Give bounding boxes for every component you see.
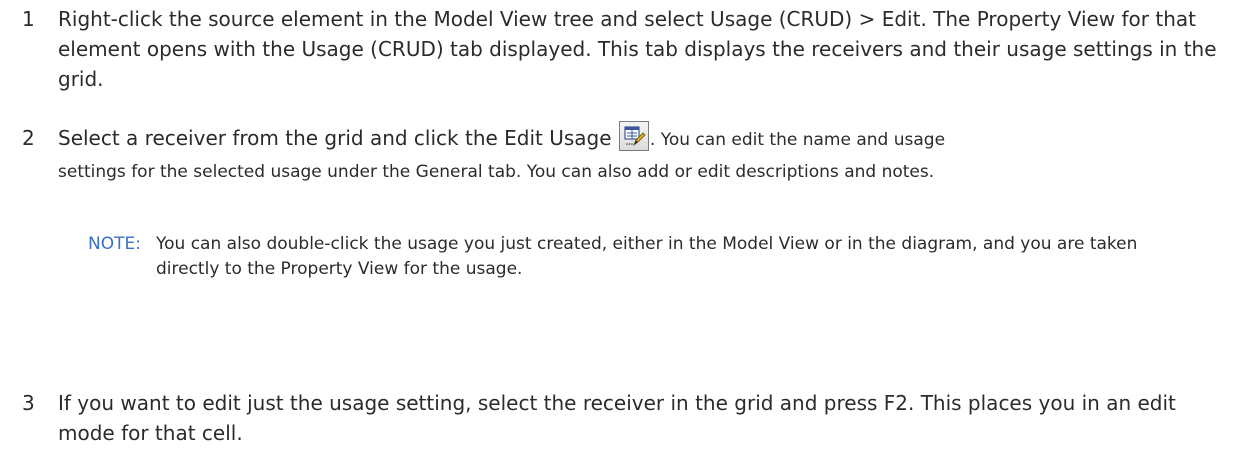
note-label: NOTE: (88, 234, 141, 254)
step-number: 2 (22, 126, 35, 150)
step-text-lead: Select a receiver from the grid and clic… (58, 126, 612, 150)
edit-usage-icon (618, 121, 649, 151)
step-2-first-line: Select a receiver from the grid and clic… (58, 118, 945, 160)
step-text: If you want to edit just the usage setti… (58, 391, 1176, 445)
step-text: Right-click the source element in the Mo… (58, 7, 1217, 91)
step-number: 1 (22, 7, 35, 31)
note-text: You can also double-click the usage you … (156, 234, 1138, 279)
step-text-after-icon: . You can edit the name and usage (649, 130, 946, 150)
step-number: 3 (22, 391, 35, 415)
step-text-continued: settings for the selected usage under th… (58, 162, 935, 182)
